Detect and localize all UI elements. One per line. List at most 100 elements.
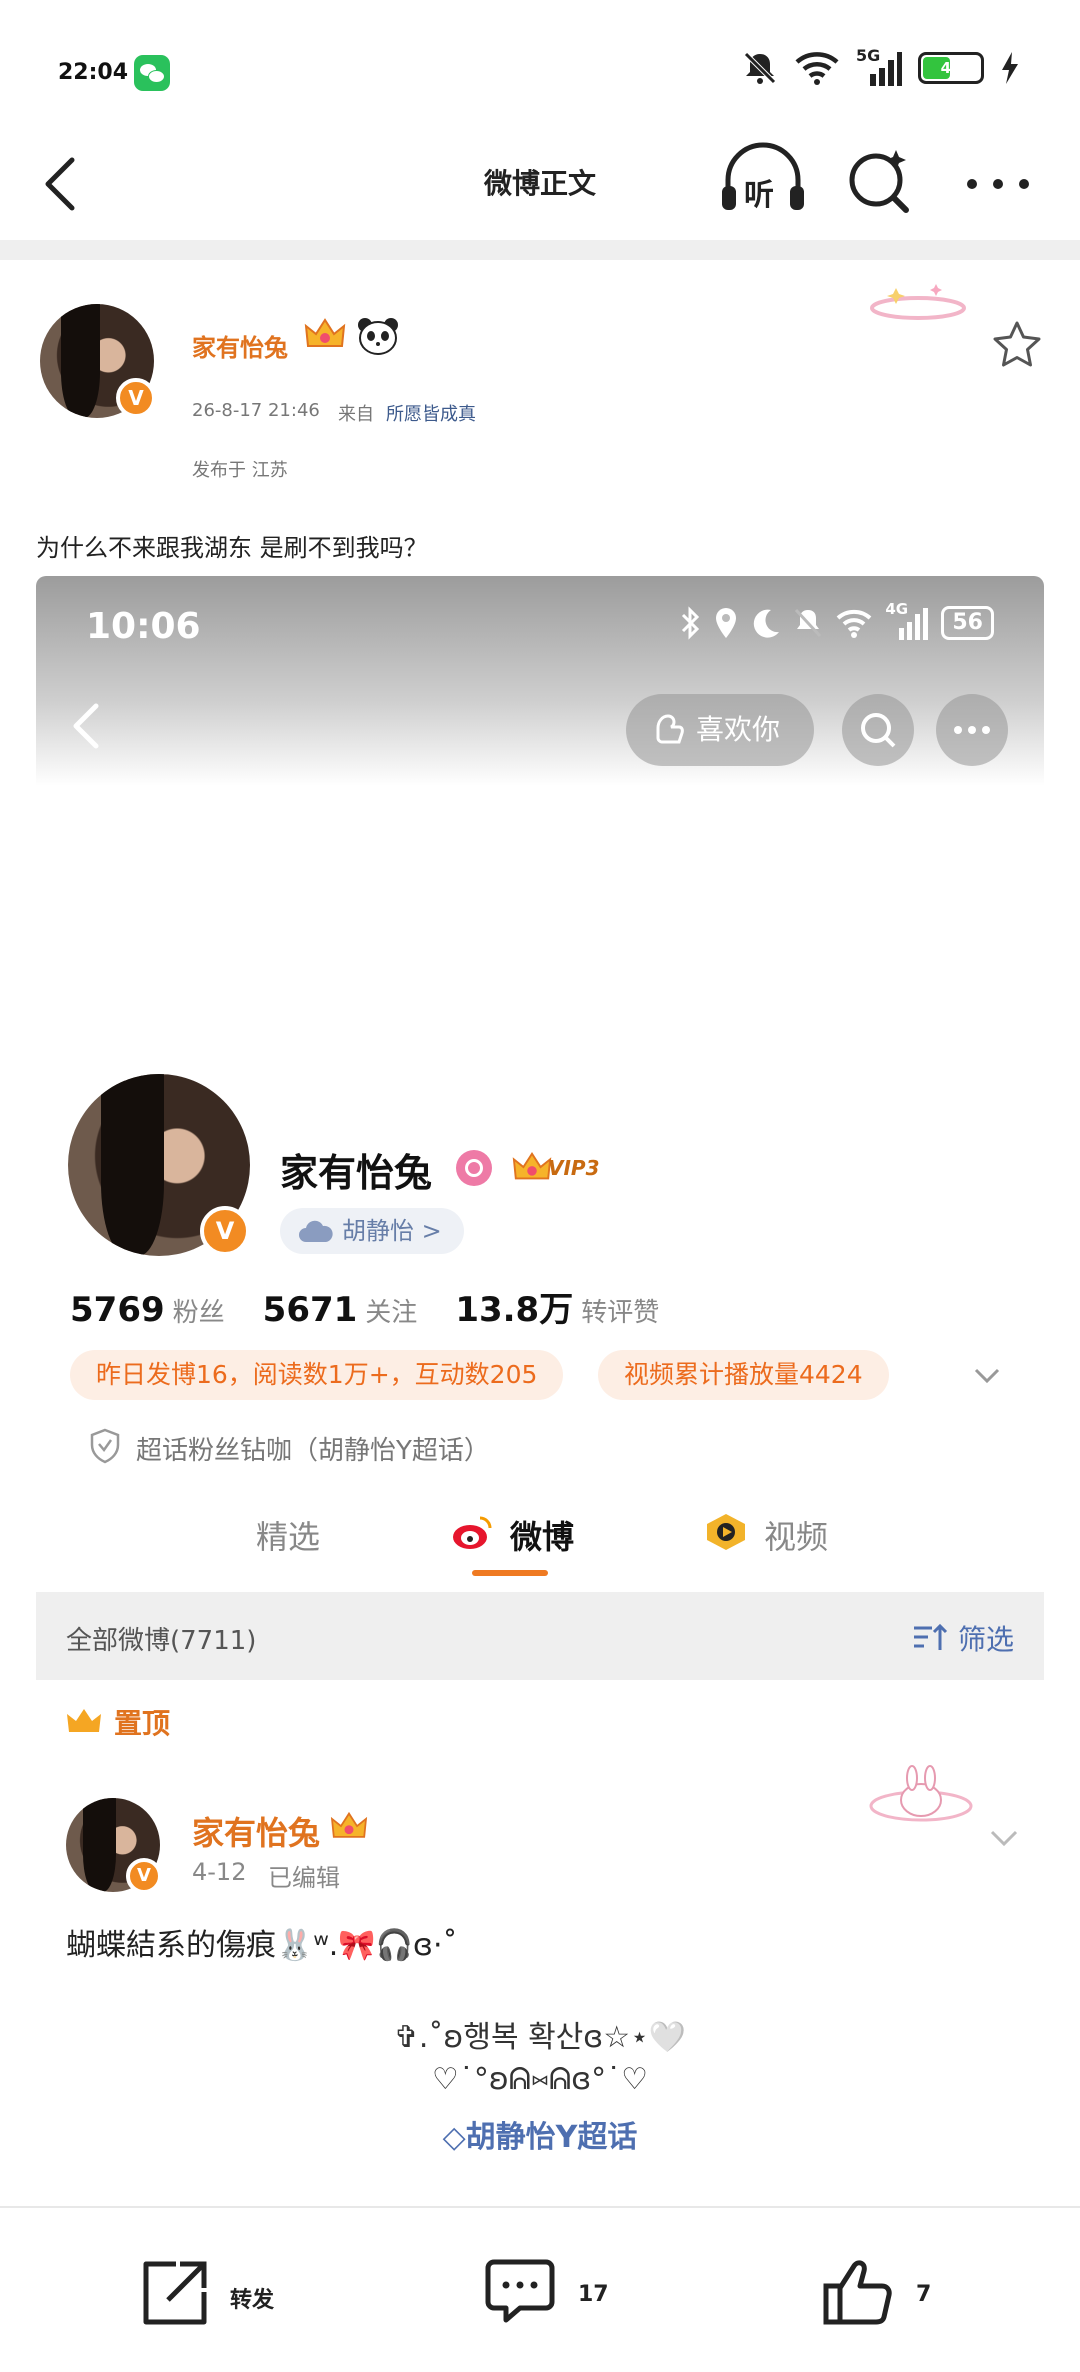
embedded-network: 4G (885, 600, 909, 618)
vip-crown-icon (330, 1810, 368, 1844)
mute-icon (795, 608, 822, 638)
video-views-pill: 视频累计播放量4424 (598, 1350, 889, 1400)
battery-icon: 45 (918, 52, 984, 84)
mute-icon (744, 52, 776, 84)
panda-icon (358, 318, 398, 355)
activity-pill: 昨日发博16，阅读数1万+，互动数205 (70, 1350, 564, 1400)
moon-icon (754, 609, 780, 638)
pink-search-badge-icon (456, 1150, 492, 1186)
post-text: 为什么不来跟我湖东 是刷不到我吗？ (36, 534, 428, 562)
status-time: 22:04 (58, 60, 129, 85)
section-divider (0, 240, 1080, 260)
filter-bar: 全部微博(7711) 筛选 (36, 1592, 1044, 1680)
source-link[interactable]: 所愿皆成真 (386, 400, 476, 426)
pinned-post-line2: ♡˙°ʚᕱ⑅ᕱɞ°˙♡ (431, 2062, 649, 2097)
pinned-post-author: 家有怡兔 (192, 1814, 321, 1852)
profile-verified-badge: V (200, 1206, 250, 1256)
chevron-down-icon (974, 1368, 1000, 1384)
status-bar: 22:04 5G 45 (0, 0, 1080, 130)
search-button[interactable] (840, 140, 920, 220)
tab-weibo: 微博 (510, 1518, 575, 1556)
weibo-logo-icon (453, 1516, 492, 1549)
filter-icon (913, 1623, 948, 1650)
embedded-like-label: 喜欢你 (696, 713, 781, 746)
post-location: 发布于 江苏 (192, 460, 288, 481)
pinned-post-line1: ✞.˚ʚ행복 확산ɞ☆⋆🤍 (393, 2020, 687, 2055)
tab-featured: 精选 (256, 1518, 321, 1556)
wifi-icon (837, 609, 872, 638)
embedded-search-icon (842, 694, 914, 766)
interactions-count: 13.8万 (455, 1290, 574, 1330)
interactions-label: 转评赞 (581, 1298, 660, 1328)
nav-bar: 微博正文 听 (0, 130, 1080, 240)
network-type: 5G (856, 46, 881, 65)
comment-button[interactable]: 17 (482, 2254, 622, 2330)
followers-count: 5769 (70, 1290, 165, 1330)
repost-icon (143, 2261, 207, 2325)
pinned-verified-badge: V (126, 1858, 162, 1894)
pinned-post-date: 4-12 (192, 1858, 247, 1886)
like-button[interactable]: 7 (820, 2254, 950, 2330)
post-image[interactable]: 10:06 4G 56 喜欢你 V 家有怡兔 VIP3 胡静怡 > 5769 粉… (36, 576, 1044, 2206)
repost-button[interactable]: 转发 (136, 2254, 296, 2330)
repost-label: 转发 (230, 2288, 275, 2313)
listen-label: 听 (744, 178, 774, 213)
wifi-icon (795, 52, 839, 85)
vip-crown-icon (304, 316, 346, 354)
charging-icon (1002, 52, 1018, 84)
following-count: 5671 (262, 1290, 358, 1330)
embedded-back-icon (73, 703, 99, 749)
embedded-header: 10:06 4G 56 喜欢你 (36, 576, 1044, 786)
embedded-status-icons: 4G 56 (679, 600, 994, 640)
bottom-action-bar: 转发 17 7 (0, 2206, 1080, 2372)
pinned-label: 置顶 (114, 1707, 171, 1740)
like-count: 7 (916, 2282, 932, 2307)
following-label: 关注 (365, 1298, 418, 1328)
filter-button: 筛选 (912, 1618, 1014, 1658)
comment-icon (485, 2259, 555, 2323)
embedded-time: 10:06 (86, 606, 201, 647)
verified-badge: V (116, 378, 156, 418)
fanclub-text: 超话粉丝钻咖（胡静怡Y超话） (136, 1436, 490, 1466)
active-tab-indicator (472, 1570, 548, 1576)
shield-icon (90, 1428, 120, 1464)
signal-icon: 5G (856, 46, 902, 86)
profile-name: 家有怡兔 (280, 1151, 433, 1195)
author-name[interactable]: 家有怡兔 (192, 328, 288, 363)
post-time: 26-8-17 21:46 (192, 400, 320, 421)
cloud-icon (299, 1220, 333, 1242)
favorite-star-button[interactable] (990, 318, 1044, 372)
video-icon (707, 1514, 745, 1550)
comment-count: 17 (578, 2282, 609, 2307)
embedded-more-icon (936, 694, 1008, 766)
listen-button[interactable]: 听 (718, 140, 808, 220)
status-icons: 5G 45 (742, 46, 1020, 86)
battery-level: 45 (940, 59, 962, 77)
chevron-down-icon (990, 1830, 1018, 1847)
pinned-crown-icon (67, 1709, 101, 1732)
supertopic-chip: 胡静怡 > (280, 1208, 464, 1254)
profile-stats: 5769 粉丝 5671 关注 13.8万 转评赞 (70, 1282, 697, 1331)
bluetooth-icon (682, 606, 700, 640)
vip-crown-icon (512, 1151, 552, 1180)
pinned-post-topic-row: ◇胡静怡Y超话 (36, 2112, 1044, 2156)
pinned-post-edited: 已编辑 (268, 1864, 340, 1892)
pinned-post-topic: 胡静怡Y超话 (465, 2120, 638, 2155)
followers-label: 粉丝 (172, 1298, 225, 1328)
embedded-like-button: 喜欢你 (626, 694, 814, 766)
thumbs-up-icon (823, 2260, 892, 2325)
vip-level: VIP3 (548, 1156, 600, 1180)
all-posts-count: 全部微博(7711) (66, 1626, 257, 1656)
like-hand-icon (656, 714, 684, 744)
signal-icon: 4G (885, 600, 929, 640)
more-button[interactable] (958, 140, 1038, 220)
pinned-post-text: 蝴蝶結系的傷痕🐰ʷ.🎀🎧ɞ·˚ (66, 1928, 458, 1963)
source-prefix: 来自 (338, 404, 374, 425)
diamond-icon: ◇ (442, 2120, 466, 2155)
filter-label: 筛选 (957, 1623, 1014, 1656)
wechat-icon (134, 55, 170, 91)
bunny-sticker-icon (869, 1765, 973, 1822)
embedded-battery: 56 (941, 606, 994, 640)
vip-badge: VIP3 (512, 1148, 604, 1188)
decoration-sticker-icon (870, 284, 966, 320)
